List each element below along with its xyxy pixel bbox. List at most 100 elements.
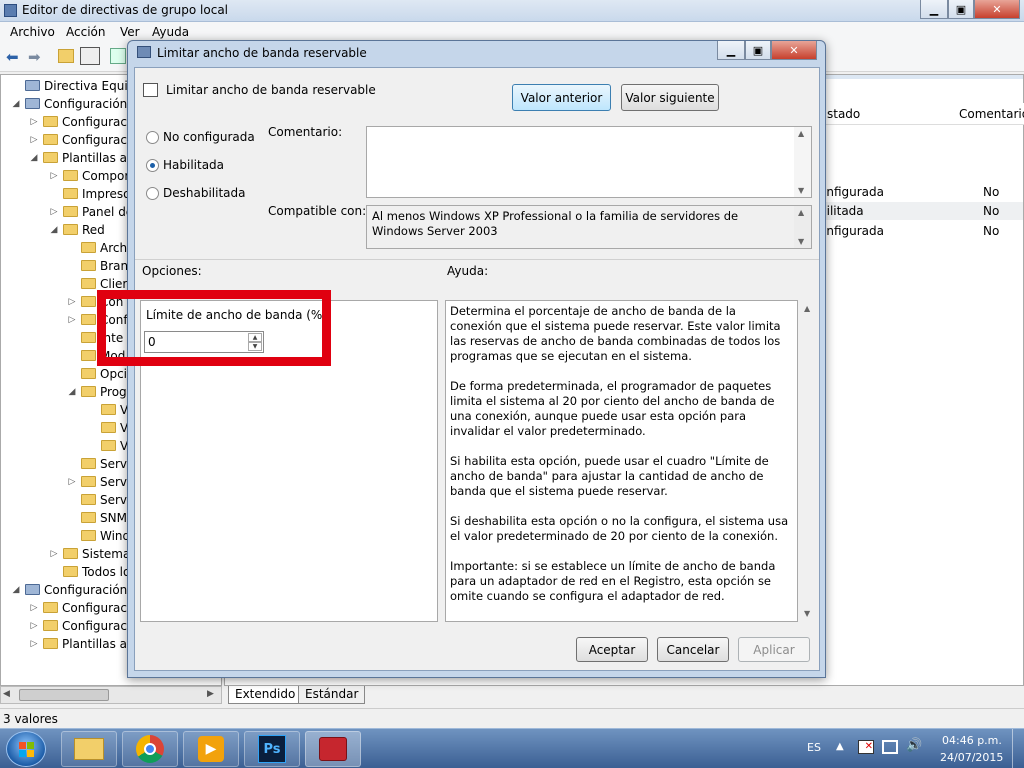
comment-textarea[interactable]: ▲ ▼ xyxy=(366,126,812,198)
tree-node[interactable]: Servi xyxy=(81,455,130,473)
expand-arrow-icon[interactable]: ▷ xyxy=(49,203,59,221)
tree-node[interactable]: Impreso xyxy=(63,185,131,203)
radio-disabled[interactable] xyxy=(146,187,159,200)
tree-node[interactable]: ▷ Compor xyxy=(51,167,130,185)
menu-ver[interactable]: Ver xyxy=(120,25,140,39)
spin-up-icon[interactable]: ▲ xyxy=(248,333,262,342)
scroll-left-icon[interactable]: ◀ xyxy=(3,689,10,699)
taskbar-gpedit[interactable] xyxy=(305,731,361,767)
tree-node[interactable]: ▷ Configuraci xyxy=(31,617,131,635)
tree-node[interactable]: ▷ Con xyxy=(69,293,124,311)
tree-node[interactable]: V xyxy=(101,437,128,455)
close-button[interactable]: ✕ xyxy=(974,0,1020,19)
radio-enabled[interactable] xyxy=(146,159,159,172)
show-hide-tree-icon[interactable] xyxy=(80,47,100,65)
expand-arrow-icon[interactable]: ▷ xyxy=(29,635,39,653)
tree-node[interactable]: ▷ Servi xyxy=(69,473,131,491)
tree-node[interactable]: Arch xyxy=(81,239,127,257)
menu-accion[interactable]: Acción xyxy=(66,25,105,39)
bandwidth-limit-spinbox[interactable]: 0 ▲ ▼ xyxy=(144,331,264,353)
tree-node[interactable]: ▷ Conf xyxy=(69,311,128,329)
tab-estandar[interactable]: Estándar xyxy=(298,686,366,704)
tree-node[interactable]: V xyxy=(101,419,128,437)
tree-node[interactable]: Inte xyxy=(81,329,123,347)
comment-scrollbar[interactable]: ▲ ▼ xyxy=(794,127,811,197)
tree-horizontal-scrollbar[interactable]: ◀ ▶ xyxy=(0,686,222,704)
volume-icon[interactable]: 🔊 xyxy=(906,738,922,753)
tree-node[interactable]: ▷ Plantillas ad xyxy=(31,635,135,653)
expand-arrow-icon[interactable]: ▷ xyxy=(29,617,39,635)
back-arrow-icon[interactable]: ⬅ xyxy=(6,48,19,66)
radio-not-configured-label[interactable]: No configurada xyxy=(163,130,255,144)
taskbar-explorer[interactable] xyxy=(61,731,117,767)
radio-disabled-label[interactable]: Deshabilitada xyxy=(163,186,245,200)
dialog-maximize-button[interactable]: ▣ xyxy=(745,41,771,60)
menu-archivo[interactable]: Archivo xyxy=(10,25,55,39)
expand-arrow-icon[interactable]: ▷ xyxy=(29,131,39,149)
tree-node[interactable]: Bran xyxy=(81,257,128,275)
tree-node[interactable]: Wind xyxy=(81,527,130,545)
expand-arrow-icon[interactable]: ▷ xyxy=(67,473,77,491)
expand-arrow-icon[interactable]: ▷ xyxy=(49,545,59,563)
next-setting-button[interactable]: Valor siguiente xyxy=(621,84,719,111)
tree-node[interactable]: ▷ Sistema xyxy=(51,545,131,563)
tree-node[interactable]: Todos lo xyxy=(63,563,130,581)
expand-arrow-icon[interactable]: ▷ xyxy=(29,599,39,617)
forward-arrow-icon[interactable]: ➡ xyxy=(28,48,41,66)
tree-node[interactable]: Mod xyxy=(81,347,125,365)
radio-not-configured[interactable] xyxy=(146,131,159,144)
tree-node[interactable]: ◢ Red xyxy=(51,221,105,239)
cancel-button[interactable]: Cancelar xyxy=(657,637,729,662)
column-comentario[interactable]: Comentario xyxy=(959,107,1024,121)
tree-node[interactable]: ▷ Panel de xyxy=(51,203,134,221)
spin-down-icon[interactable]: ▼ xyxy=(248,342,262,351)
scroll-up-icon[interactable]: ▲ xyxy=(804,304,810,313)
tree-node[interactable]: ◢ Configuración c xyxy=(13,581,138,599)
expand-arrow-icon[interactable]: ▷ xyxy=(29,113,39,131)
minimize-button[interactable]: ▁ xyxy=(920,0,948,19)
expand-arrow-icon[interactable]: ▷ xyxy=(67,293,77,311)
tree-node[interactable]: ◢ Configuración c xyxy=(13,95,138,113)
dialog-minimize-button[interactable]: ▁ xyxy=(717,41,745,60)
scroll-down-icon[interactable]: ▼ xyxy=(804,609,810,618)
compatible-scrollbar[interactable]: ▲ ▼ xyxy=(794,206,811,248)
collapse-arrow-icon[interactable]: ◢ xyxy=(49,221,59,239)
dialog-close-button[interactable]: ✕ xyxy=(771,41,817,60)
clock-date[interactable]: 24/07/2015 xyxy=(940,751,1003,764)
tree-node[interactable]: ▷ Configuraci xyxy=(31,131,131,149)
tree-node[interactable]: Clier xyxy=(81,275,127,293)
taskbar-chrome[interactable] xyxy=(122,731,178,767)
tree-node[interactable]: ▷ Configuraci xyxy=(31,599,131,617)
tree-node[interactable]: ◢ Plantillas ad xyxy=(31,149,135,167)
scroll-right-icon[interactable]: ▶ xyxy=(207,689,214,699)
previous-setting-button[interactable]: Valor anterior xyxy=(512,84,611,111)
export-list-icon[interactable] xyxy=(110,48,126,64)
clock-time[interactable]: 04:46 p.m. xyxy=(942,734,1002,747)
column-estado[interactable]: stado xyxy=(827,107,860,121)
start-button[interactable] xyxy=(6,731,46,767)
maximize-button[interactable]: ▣ xyxy=(948,0,974,19)
tree-node[interactable]: V xyxy=(101,401,128,419)
radio-enabled-label[interactable]: Habilitada xyxy=(163,158,224,172)
tree-node[interactable]: SNM xyxy=(81,509,127,527)
collapse-arrow-icon[interactable]: ◢ xyxy=(67,383,77,401)
up-folder-icon[interactable] xyxy=(58,49,74,63)
tree-node[interactable]: Servi xyxy=(81,491,130,509)
scroll-thumb[interactable] xyxy=(19,689,109,701)
bandwidth-limit-value[interactable]: 0 xyxy=(148,335,156,349)
action-center-icon[interactable]: ✕ xyxy=(858,740,874,754)
collapse-arrow-icon[interactable]: ◢ xyxy=(11,95,21,113)
tree-node[interactable]: ◢ Prog xyxy=(69,383,127,401)
language-indicator[interactable]: ES xyxy=(807,741,821,754)
network-icon[interactable] xyxy=(882,740,898,754)
tree-node[interactable]: Opci xyxy=(81,365,127,383)
show-desktop-button[interactable] xyxy=(1012,729,1024,768)
taskbar-media-player[interactable]: ▶ xyxy=(183,731,239,767)
collapse-arrow-icon[interactable]: ◢ xyxy=(29,149,39,167)
ok-button[interactable]: Aceptar xyxy=(576,637,648,662)
tab-extendido[interactable]: Extendido xyxy=(228,686,303,704)
tray-expand-icon[interactable]: ▲ xyxy=(836,741,844,752)
collapse-arrow-icon[interactable]: ◢ xyxy=(11,581,21,599)
menu-ayuda[interactable]: Ayuda xyxy=(152,25,189,39)
apply-button[interactable]: Aplicar xyxy=(738,637,810,662)
